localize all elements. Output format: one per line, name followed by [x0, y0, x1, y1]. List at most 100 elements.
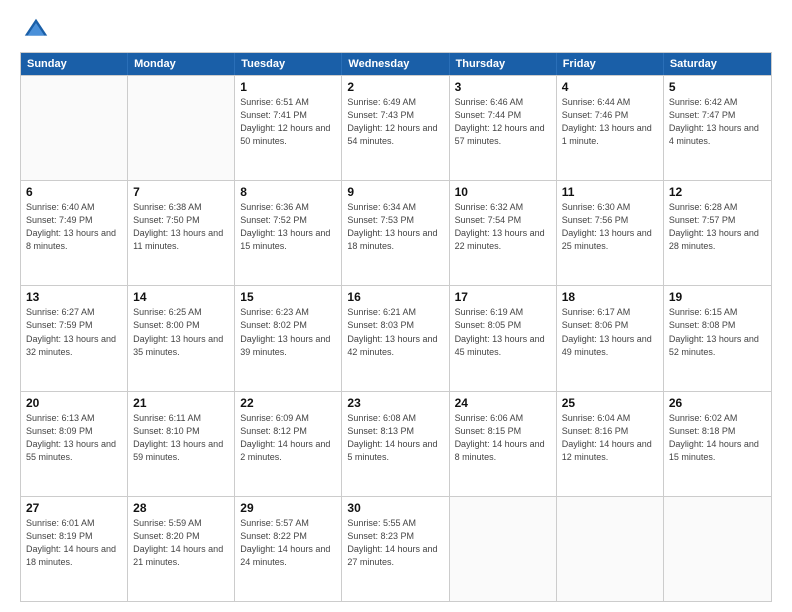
day-number: 22 [240, 396, 336, 410]
week-row-2: 6 Sunrise: 6:40 AM Sunset: 7:49 PM Daylig… [21, 180, 771, 285]
day-cell-19: 19Sunrise: 6:15 AM Sunset: 8:08 PM Dayli… [664, 286, 771, 390]
day-cell-16: 16 Sunrise: 6:21 AM Sunset: 8:03 PM Dayli… [342, 286, 449, 390]
day-cell-9: 9 Sunrise: 6:34 AM Sunset: 7:53 PM Daylig… [342, 181, 449, 285]
header-cell-sunday: Sunday [21, 53, 128, 75]
header-cell-monday: Monday [128, 53, 235, 75]
day-info: Sunrise: 6:15 AM Sunset: 8:08 PM Dayligh… [669, 306, 766, 358]
calendar-header-row: SundayMondayTuesdayWednesdayThursdayFrid… [21, 53, 771, 75]
day-info: Sunrise: 5:55 AM Sunset: 8:23 PM Dayligh… [347, 517, 443, 569]
day-info: Sunrise: 6:36 AM Sunset: 7:52 PM Dayligh… [240, 201, 336, 253]
day-cell-17: 17 Sunrise: 6:19 AM Sunset: 8:05 PM Dayli… [450, 286, 557, 390]
day-info: Sunrise: 6:02 AM Sunset: 8:18 PM Dayligh… [669, 412, 766, 464]
empty-cell [664, 497, 771, 601]
day-number: 25 [562, 396, 658, 410]
day-cell-20: 20 Sunrise: 6:13 AM Sunset: 8:09 PM Dayli… [21, 392, 128, 496]
day-number: 27 [26, 501, 122, 515]
day-info: Sunrise: 6:51 AM Sunset: 7:41 PM Dayligh… [240, 96, 336, 148]
empty-cell [128, 76, 235, 180]
week-row-5: 27 Sunrise: 6:01 AM Sunset: 8:19 PM Dayli… [21, 496, 771, 601]
day-number: 8 [240, 185, 336, 199]
day-info: Sunrise: 6:40 AM Sunset: 7:49 PM Dayligh… [26, 201, 122, 253]
day-cell-5: 5Sunrise: 6:42 AM Sunset: 7:47 PM Daylig… [664, 76, 771, 180]
day-number: 16 [347, 290, 443, 304]
day-cell-11: 11Sunrise: 6:30 AM Sunset: 7:56 PM Dayli… [557, 181, 664, 285]
day-number: 20 [26, 396, 122, 410]
day-cell-7: 7Sunrise: 6:38 AM Sunset: 7:50 PM Daylig… [128, 181, 235, 285]
day-cell-30: 30 Sunrise: 5:55 AM Sunset: 8:23 PM Dayli… [342, 497, 449, 601]
day-number: 6 [26, 185, 122, 199]
day-cell-8: 8 Sunrise: 6:36 AM Sunset: 7:52 PM Daylig… [235, 181, 342, 285]
header-cell-thursday: Thursday [450, 53, 557, 75]
day-cell-12: 12 Sunrise: 6:28 AM Sunset: 7:57 PM Dayli… [664, 181, 771, 285]
day-info: Sunrise: 6:44 AM Sunset: 7:46 PM Dayligh… [562, 96, 658, 148]
header-cell-tuesday: Tuesday [235, 53, 342, 75]
day-cell-24: 24 Sunrise: 6:06 AM Sunset: 8:15 PM Dayli… [450, 392, 557, 496]
day-number: 15 [240, 290, 336, 304]
day-number: 17 [455, 290, 551, 304]
day-cell-23: 23Sunrise: 6:08 AM Sunset: 8:13 PM Dayli… [342, 392, 449, 496]
day-number: 13 [26, 290, 122, 304]
day-info: Sunrise: 6:09 AM Sunset: 8:12 PM Dayligh… [240, 412, 336, 464]
day-info: Sunrise: 6:27 AM Sunset: 7:59 PM Dayligh… [26, 306, 122, 358]
day-number: 10 [455, 185, 551, 199]
day-cell-2: 2 Sunrise: 6:49 AM Sunset: 7:43 PM Daylig… [342, 76, 449, 180]
day-cell-28: 28Sunrise: 5:59 AM Sunset: 8:20 PM Dayli… [128, 497, 235, 601]
day-number: 21 [133, 396, 229, 410]
day-cell-29: 29 Sunrise: 5:57 AM Sunset: 8:22 PM Dayli… [235, 497, 342, 601]
day-number: 26 [669, 396, 766, 410]
header-cell-saturday: Saturday [664, 53, 771, 75]
calendar: SundayMondayTuesdayWednesdayThursdayFrid… [20, 52, 772, 602]
day-info: Sunrise: 5:57 AM Sunset: 8:22 PM Dayligh… [240, 517, 336, 569]
header-cell-friday: Friday [557, 53, 664, 75]
empty-cell [557, 497, 664, 601]
day-info: Sunrise: 6:06 AM Sunset: 8:15 PM Dayligh… [455, 412, 551, 464]
header [20, 16, 772, 44]
day-cell-1: 1Sunrise: 6:51 AM Sunset: 7:41 PM Daylig… [235, 76, 342, 180]
day-number: 12 [669, 185, 766, 199]
day-info: Sunrise: 6:11 AM Sunset: 8:10 PM Dayligh… [133, 412, 229, 464]
day-info: Sunrise: 6:28 AM Sunset: 7:57 PM Dayligh… [669, 201, 766, 253]
day-number: 4 [562, 80, 658, 94]
day-info: Sunrise: 6:21 AM Sunset: 8:03 PM Dayligh… [347, 306, 443, 358]
day-info: Sunrise: 6:01 AM Sunset: 8:19 PM Dayligh… [26, 517, 122, 569]
day-number: 28 [133, 501, 229, 515]
day-info: Sunrise: 6:17 AM Sunset: 8:06 PM Dayligh… [562, 306, 658, 358]
page: SundayMondayTuesdayWednesdayThursdayFrid… [0, 0, 792, 612]
day-number: 30 [347, 501, 443, 515]
logo [20, 16, 52, 44]
day-info: Sunrise: 6:08 AM Sunset: 8:13 PM Dayligh… [347, 412, 443, 464]
day-number: 5 [669, 80, 766, 94]
day-info: Sunrise: 6:34 AM Sunset: 7:53 PM Dayligh… [347, 201, 443, 253]
week-row-1: 1Sunrise: 6:51 AM Sunset: 7:41 PM Daylig… [21, 75, 771, 180]
day-number: 24 [455, 396, 551, 410]
empty-cell [450, 497, 557, 601]
week-row-3: 13 Sunrise: 6:27 AM Sunset: 7:59 PM Dayli… [21, 285, 771, 390]
day-number: 2 [347, 80, 443, 94]
day-info: Sunrise: 6:38 AM Sunset: 7:50 PM Dayligh… [133, 201, 229, 253]
day-cell-27: 27 Sunrise: 6:01 AM Sunset: 8:19 PM Dayli… [21, 497, 128, 601]
day-info: Sunrise: 6:04 AM Sunset: 8:16 PM Dayligh… [562, 412, 658, 464]
day-cell-10: 10 Sunrise: 6:32 AM Sunset: 7:54 PM Dayli… [450, 181, 557, 285]
day-info: Sunrise: 6:46 AM Sunset: 7:44 PM Dayligh… [455, 96, 551, 148]
day-info: Sunrise: 6:19 AM Sunset: 8:05 PM Dayligh… [455, 306, 551, 358]
day-number: 14 [133, 290, 229, 304]
day-number: 9 [347, 185, 443, 199]
day-cell-21: 21 Sunrise: 6:11 AM Sunset: 8:10 PM Dayli… [128, 392, 235, 496]
day-info: Sunrise: 6:30 AM Sunset: 7:56 PM Dayligh… [562, 201, 658, 253]
empty-cell [21, 76, 128, 180]
day-info: Sunrise: 6:25 AM Sunset: 8:00 PM Dayligh… [133, 306, 229, 358]
week-row-4: 20 Sunrise: 6:13 AM Sunset: 8:09 PM Dayli… [21, 391, 771, 496]
day-cell-3: 3Sunrise: 6:46 AM Sunset: 7:44 PM Daylig… [450, 76, 557, 180]
day-cell-6: 6 Sunrise: 6:40 AM Sunset: 7:49 PM Daylig… [21, 181, 128, 285]
day-info: Sunrise: 6:32 AM Sunset: 7:54 PM Dayligh… [455, 201, 551, 253]
day-info: Sunrise: 6:49 AM Sunset: 7:43 PM Dayligh… [347, 96, 443, 148]
calendar-body: 1Sunrise: 6:51 AM Sunset: 7:41 PM Daylig… [21, 75, 771, 601]
day-cell-13: 13 Sunrise: 6:27 AM Sunset: 7:59 PM Dayli… [21, 286, 128, 390]
day-cell-4: 4 Sunrise: 6:44 AM Sunset: 7:46 PM Daylig… [557, 76, 664, 180]
day-cell-15: 15Sunrise: 6:23 AM Sunset: 8:02 PM Dayli… [235, 286, 342, 390]
day-number: 29 [240, 501, 336, 515]
day-cell-14: 14 Sunrise: 6:25 AM Sunset: 8:00 PM Dayli… [128, 286, 235, 390]
day-cell-22: 22 Sunrise: 6:09 AM Sunset: 8:12 PM Dayli… [235, 392, 342, 496]
day-info: Sunrise: 6:13 AM Sunset: 8:09 PM Dayligh… [26, 412, 122, 464]
day-cell-26: 26 Sunrise: 6:02 AM Sunset: 8:18 PM Dayli… [664, 392, 771, 496]
